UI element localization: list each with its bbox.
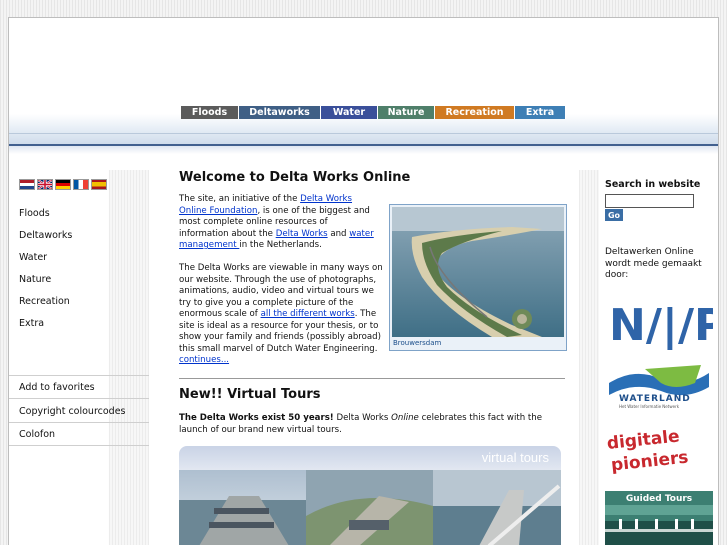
intro-text: and <box>327 228 350 239</box>
right-sidebar-shade <box>579 170 599 545</box>
sidebar-item-deltaworks[interactable]: Deltaworks <box>19 230 72 241</box>
header-rule <box>9 133 718 134</box>
left-sidebar-shade <box>109 170 149 545</box>
header-rule-light <box>9 146 718 154</box>
right-sidebar <box>579 170 718 545</box>
add-to-favorites-link[interactable]: Add to favorites <box>19 382 95 393</box>
language-flags <box>19 179 107 190</box>
nav-tab-recreation[interactable]: Recreation <box>435 106 515 119</box>
waterland-logo[interactable]: WATERLAND Het Water Informatie Netwerk <box>605 361 713 411</box>
guided-tours-banner[interactable]: Guided Tours <box>605 491 713 545</box>
intro-text: in the Netherlands. <box>239 240 322 250</box>
nwp-logo-text: N/|/P <box>609 300 713 350</box>
brouwersdam-photo-box[interactable]: Brouwersdam <box>389 204 567 351</box>
sidebar-divider <box>9 398 149 399</box>
nav-tab-deltaworks[interactable]: Deltaworks <box>239 106 321 119</box>
nav-tab-extra[interactable]: Extra <box>515 106 566 119</box>
search-label: Search in website <box>605 179 701 190</box>
nav-tab-nature[interactable]: Nature <box>378 106 435 119</box>
news-text: Delta Works <box>333 413 392 423</box>
intro-text: The site, an initiative of the <box>179 194 301 204</box>
colofon-link[interactable]: Colofon <box>19 429 55 440</box>
partner-text: Deltawerken Online wordt mede gemaakt do… <box>605 247 702 280</box>
waterland-logo-subtext: Het Water Informatie Netwerk <box>619 404 680 409</box>
nwp-logo[interactable]: N/|/P <box>605 294 713 350</box>
search-go-button[interactable]: Go <box>605 209 623 221</box>
news-italic: Online <box>391 413 419 423</box>
sidebar-item-extra[interactable]: Extra <box>19 318 44 329</box>
intro-paragraph: The site, an initiative of the Delta Wor… <box>179 194 379 252</box>
fr-flag-icon[interactable] <box>73 179 89 190</box>
nl-flag-icon[interactable] <box>19 179 35 190</box>
news-bold: The Delta Works exist 50 years! <box>179 413 334 423</box>
virtual-tours-heading: New!! Virtual Tours <box>179 387 321 402</box>
news-paragraph: The Delta Works exist 50 years! Delta Wo… <box>179 413 565 436</box>
delta-works-link[interactable]: Delta Works <box>276 229 328 239</box>
guided-tours-label: Guided Tours <box>626 494 692 504</box>
virtual-tours-banner-label: virtual tours <box>481 450 549 465</box>
copyright-colourcodes-link[interactable]: Copyright colourcodes <box>19 406 126 417</box>
sidebar-item-floods[interactable]: Floods <box>19 208 50 219</box>
sidebar-item-nature[interactable]: Nature <box>19 274 51 285</box>
photo-caption: Brouwersdam <box>393 339 442 347</box>
main-nav: Floods Deltaworks Water Nature Recreatio… <box>181 106 566 119</box>
page-title: Welcome to Delta Works Online <box>179 170 411 185</box>
sidebar-item-water[interactable]: Water <box>19 252 47 263</box>
section-divider <box>179 378 565 379</box>
digitale-pioniers-logo[interactable]: digitale pioniers <box>605 422 713 474</box>
search-input[interactable] <box>605 194 694 208</box>
sidebar-divider <box>9 445 149 446</box>
nav-tab-water[interactable]: Water <box>321 106 378 119</box>
all-works-link[interactable]: all the different works <box>261 309 355 319</box>
continues-link[interactable]: continues... <box>179 355 229 365</box>
waterland-logo-text: WATERLAND <box>619 394 691 404</box>
body-paragraph: The Delta Works are viewable in many way… <box>179 263 384 367</box>
sidebar-divider <box>9 375 149 376</box>
de-flag-icon[interactable] <box>55 179 71 190</box>
sidebar-item-recreation[interactable]: Recreation <box>19 296 70 307</box>
sidebar-divider <box>9 422 149 423</box>
brouwersdam-photo <box>392 207 564 337</box>
site-frame: Floods Deltaworks Water Nature Recreatio… <box>8 17 719 545</box>
nav-tab-floods[interactable]: Floods <box>181 106 239 119</box>
uk-flag-icon[interactable] <box>37 179 53 190</box>
virtual-tours-banner[interactable]: virtual tours <box>179 446 561 545</box>
es-flag-icon[interactable] <box>91 179 107 190</box>
